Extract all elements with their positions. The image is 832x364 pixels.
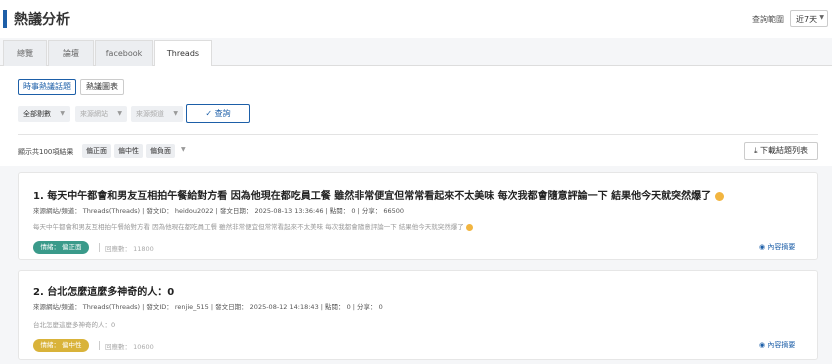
topic-body-text: 每天中午都會和男友互相拍午餐給對方看 因為他現在都吃員工餐 雖然非常便宜但常常看…: [33, 223, 464, 231]
topic-meta: 來源網站/頻道： Threads(Threads) | 發文ID： heidou…: [33, 207, 405, 215]
range-value: 近7天: [796, 15, 818, 24]
divider: [99, 243, 100, 252]
range-label: 查詢範圍: [752, 15, 784, 24]
emoji-icon: [465, 223, 473, 231]
range-select[interactable]: 近7天 ▼: [790, 10, 828, 27]
topic-body: 每天中午都會和男友互相拍午餐給對方看 因為他現在都吃員工餐 雖然非常便宜但常常看…: [33, 221, 473, 231]
content-summary-label: 內容摘要: [767, 341, 796, 349]
source-site-label: 來源網站: [80, 110, 108, 118]
reply-count: 回應數： 10600: [105, 343, 154, 351]
query-button[interactable]: ✓ 查詢: [186, 104, 250, 123]
result-count: 顯示共100項結果: [18, 148, 74, 156]
sentiment-badge: 情緒： 偏中性: [33, 339, 89, 352]
chip-negative[interactable]: 偏負面: [146, 144, 175, 158]
eye-icon: ◉: [759, 243, 766, 251]
tab-facebook[interactable]: facebook: [95, 40, 153, 66]
chip-positive[interactable]: 偏正面: [82, 144, 111, 158]
topic-title-text: 1. 每天中午都會和男友互相拍午餐給對方看 因為他現在都吃員工餐 雖然非常便宜但…: [33, 191, 712, 202]
page-header: 熱議分析 查詢範圍 近7天 ▼: [0, 0, 832, 38]
content-summary-link[interactable]: ◉ 內容摘要: [759, 340, 795, 350]
source-site-filter[interactable]: 來源網站 ▼: [75, 106, 127, 122]
download-list-button[interactable]: ⤓ 下載結題列表: [744, 142, 818, 160]
content-summary-link[interactable]: ◉ 內容摘要: [759, 242, 795, 252]
eye-icon: ◉: [759, 341, 766, 349]
subtab-charts[interactable]: 熱議圖表: [80, 79, 124, 95]
topic-title[interactable]: 1. 每天中午都會和男友互相拍午餐給對方看 因為他現在都吃員工餐 雖然非常便宜但…: [33, 187, 724, 202]
sentiment-badge: 情緒： 偏正面: [33, 241, 89, 254]
emoji-icon: [714, 191, 724, 201]
download-button-label: 下載結題列表: [760, 146, 809, 155]
platform-tabs: 總覽 論壇 facebook Threads: [0, 40, 832, 67]
tab-overview[interactable]: 總覽: [3, 40, 47, 66]
chevron-down-icon: ▼: [819, 14, 824, 21]
query-button-label: 查詢: [214, 109, 231, 118]
chevron-down-icon: ▼: [117, 110, 122, 117]
title-accent-bar: [3, 10, 7, 28]
chevron-down-icon[interactable]: ▼: [181, 146, 186, 153]
status-filter[interactable]: 全部剔數 ▼: [18, 106, 70, 122]
section-divider: [18, 134, 818, 135]
page-title: 熱議分析: [14, 12, 70, 28]
tab-forum[interactable]: 論壇: [48, 40, 94, 66]
subtab-hot-topics[interactable]: 時事熱議話題: [18, 79, 76, 95]
chevron-down-icon: ▼: [60, 110, 65, 117]
download-icon: ⤓: [753, 146, 758, 155]
topic-card[interactable]: 2. 台北怎麼這麼多神奇的人：0 來源網站/頻道： Threads(Thread…: [18, 270, 818, 360]
source-channel-label: 來源頻道: [136, 110, 164, 118]
topic-card[interactable]: 1. 每天中午都會和男友互相拍午餐給對方看 因為他現在都吃員工餐 雖然非常便宜但…: [18, 172, 818, 260]
main-content: 時事熱議話題 熱議圖表 全部剔數 ▼ 來源網站 ▼ 來源頻道 ▼ ✓ 查詢 顯示…: [0, 66, 832, 364]
check-icon: ✓: [205, 109, 213, 118]
topic-title[interactable]: 2. 台北怎麼這麼多神奇的人：0: [33, 283, 174, 298]
status-filter-label: 全部剔數: [23, 110, 51, 118]
source-channel-filter[interactable]: 來源頻道 ▼: [131, 106, 183, 122]
divider: [99, 341, 100, 350]
reply-count: 回應數： 11800: [105, 245, 154, 253]
chevron-down-icon: ▼: [173, 110, 178, 117]
tab-threads[interactable]: Threads: [154, 40, 212, 67]
card-list: 1. 每天中午都會和男友互相拍午餐給對方看 因為他現在都吃員工餐 雖然非常便宜但…: [0, 166, 832, 364]
topic-meta: 來源網站/頻道： Threads(Threads) | 發文ID： renjie…: [33, 303, 383, 311]
content-summary-label: 內容摘要: [767, 243, 796, 251]
topic-body: 台北怎麼這麼多神奇的人：0: [33, 321, 116, 329]
chip-neutral[interactable]: 偏中性: [114, 144, 143, 158]
